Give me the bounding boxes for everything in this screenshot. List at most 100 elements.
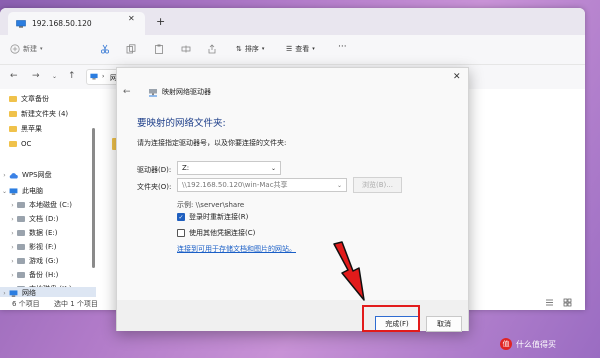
sidebar-item-label: 黑苹果 <box>21 125 42 133</box>
cloud-icon <box>9 172 18 179</box>
browse-button[interactable]: 浏览(B)... <box>353 177 402 193</box>
sidebar-item-label: 数据 (E:) <box>29 229 58 237</box>
folder-path-input[interactable]: \\192.168.50.120\win-Mac共享 ⌄ <box>177 178 347 192</box>
example-text: 示例: \\server\share <box>177 201 245 209</box>
item-count: 6 个项目 <box>12 300 40 308</box>
chevron-right-icon[interactable]: › <box>0 290 9 297</box>
close-icon[interactable]: ✕ <box>453 72 461 82</box>
sidebar-item-label: 游戏 (G:) <box>29 257 59 265</box>
reconnect-label: 登录时重新连接(R) <box>189 213 249 221</box>
rename-icon[interactable] <box>181 44 191 54</box>
sort-label: 排序 <box>244 45 259 53</box>
sidebar-item-hackintosh[interactable]: 黑苹果 <box>0 123 96 135</box>
sidebar-scrollbar[interactable] <box>92 128 95 268</box>
annotation-arrow-icon <box>333 241 365 301</box>
chevron-right-icon[interactable]: › <box>0 172 9 179</box>
chevron-down-icon: ▾ <box>40 46 43 52</box>
sidebar-item-drive-h[interactable]: › 备份 (H:) <box>0 269 96 281</box>
folder-icon <box>9 126 17 132</box>
view-label: 查看 <box>295 45 310 53</box>
drive-icon <box>17 244 25 250</box>
finish-button-highlight <box>362 305 420 332</box>
copy-icon[interactable] <box>126 44 136 54</box>
chevron-down-icon: ⌄ <box>270 164 276 172</box>
chevron-right-icon[interactable]: › <box>8 230 17 237</box>
new-button[interactable]: 新建 ▾ <box>10 44 43 54</box>
sidebar-item-label: 文章备份 <box>21 95 49 103</box>
folder-label: 文件夹(O): <box>137 183 172 191</box>
network-icon <box>9 289 18 297</box>
close-tab-icon[interactable]: ✕ <box>128 14 135 23</box>
back-arrow-icon[interactable]: ← <box>123 87 131 97</box>
sidebar-item-drive-f[interactable]: › 影视 (F:) <box>0 241 96 253</box>
sidebar-item-label: 此电脑 <box>22 187 43 195</box>
sort-button[interactable]: ⇅ 排序 ▾ <box>236 44 264 54</box>
sidebar-item-label: 影视 (F:) <box>29 243 57 251</box>
sidebar-item-article-backup[interactable]: 文章备份 <box>0 93 96 105</box>
sidebar-item-wps-cloud[interactable]: › WPS网盘 <box>0 169 96 181</box>
sidebar-item-oc[interactable]: OC <box>0 138 96 150</box>
sidebar-item-label: 本地磁盘 (C:) <box>29 201 72 209</box>
drive-label: 驱动器(D): <box>137 166 172 174</box>
other-credentials-checkbox-row[interactable]: 使用其他凭据连接(C) <box>177 228 255 238</box>
drive-icon <box>17 216 25 222</box>
reconnect-checkbox[interactable]: ✓ <box>177 213 185 221</box>
watermark-logo-icon: 值 <box>500 338 512 350</box>
details-view-icon[interactable] <box>545 298 554 307</box>
map-network-drive-dialog: ✕ ← 映射网络驱动器 要映射的网络文件夹: 请为连接指定驱动器号，以及你要连接… <box>116 67 469 332</box>
network-drive-icon <box>148 88 158 97</box>
chevron-right-icon[interactable]: › <box>8 272 17 279</box>
chevron-right-icon[interactable]: › <box>8 244 17 251</box>
dialog-heading: 要映射的网络文件夹: <box>137 118 226 129</box>
reconnect-checkbox-row[interactable]: ✓ 登录时重新连接(R) <box>177 212 248 222</box>
tab-title: 192.168.50.120 <box>32 19 92 28</box>
folder-path-value: \\192.168.50.120\win-Mac共享 <box>182 181 288 189</box>
chevron-down-icon[interactable]: ⌄ <box>0 188 9 195</box>
dialog-instruction: 请为连接指定驱动器号，以及你要连接的文件夹: <box>137 139 287 147</box>
more-options-button[interactable]: ··· <box>338 42 347 52</box>
other-credentials-checkbox[interactable] <box>177 229 185 237</box>
sidebar-item-new-folder-4[interactable]: 新建文件夹 (4) <box>0 108 96 120</box>
tab-network-location[interactable]: 192.168.50.120 <box>8 12 145 35</box>
view-button[interactable]: ☰ 查看 ▾ <box>286 44 315 54</box>
other-credentials-label: 使用其他凭据连接(C) <box>189 229 256 237</box>
forward-arrow-icon[interactable]: → <box>32 71 40 81</box>
plus-circle-icon <box>10 44 20 54</box>
sidebar-item-label: WPS网盘 <box>22 171 52 179</box>
sidebar-item-drive-d[interactable]: › 文档 (D:) <box>0 213 96 225</box>
sidebar-item-label: 新建文件夹 (4) <box>21 110 69 118</box>
chevron-right-icon[interactable]: › <box>8 202 17 209</box>
drive-icon <box>17 272 25 278</box>
sidebar-item-drive-c[interactable]: › 本地磁盘 (C:) <box>0 199 96 211</box>
tiles-view-icon[interactable] <box>563 298 572 307</box>
dialog-title-text: 映射网络驱动器 <box>162 88 211 96</box>
drive-icon <box>17 230 25 236</box>
chevron-down-icon: ▾ <box>312 46 315 52</box>
tab-bar: 192.168.50.120 ✕ + <box>0 8 585 35</box>
recent-chevron-icon[interactable]: ⌄ <box>52 73 57 80</box>
new-tab-button[interactable]: + <box>156 15 165 28</box>
drive-letter-select[interactable]: Z: ⌄ <box>177 161 281 175</box>
breadcrumb-chevron-icon: › <box>102 73 105 80</box>
up-arrow-icon[interactable]: ↑ <box>68 71 76 81</box>
selected-count: 选中 1 个项目 <box>54 300 98 308</box>
sidebar-item-drive-g[interactable]: › 游戏 (G:) <box>0 255 96 267</box>
drive-value: Z: <box>182 164 190 172</box>
storage-website-link[interactable]: 连接到可用于存储文档和图片的网站。 <box>177 244 296 254</box>
back-arrow-icon[interactable]: ← <box>10 71 18 81</box>
folder-icon <box>9 96 17 102</box>
sidebar-item-drive-e[interactable]: › 数据 (E:) <box>0 227 96 239</box>
sidebar-item-label: 文档 (D:) <box>29 215 59 223</box>
watermark: 值 什么值得买 <box>500 338 556 350</box>
monitor-icon <box>90 73 98 80</box>
paste-icon[interactable] <box>154 44 164 54</box>
navigation-pane: 文章备份 新建文件夹 (4) 黑苹果 OC › WPS网盘 ⌄ 此电脑 › 本地… <box>0 89 96 297</box>
dialog-title: 映射网络驱动器 <box>148 87 211 97</box>
chevron-right-icon[interactable]: › <box>8 258 17 265</box>
cancel-button[interactable]: 取消 <box>426 316 462 332</box>
new-label: 新建 <box>23 45 37 53</box>
cut-icon[interactable] <box>100 44 110 54</box>
chevron-right-icon[interactable]: › <box>8 216 17 223</box>
sidebar-item-this-pc[interactable]: ⌄ 此电脑 <box>0 185 96 197</box>
share-icon[interactable] <box>207 44 217 54</box>
